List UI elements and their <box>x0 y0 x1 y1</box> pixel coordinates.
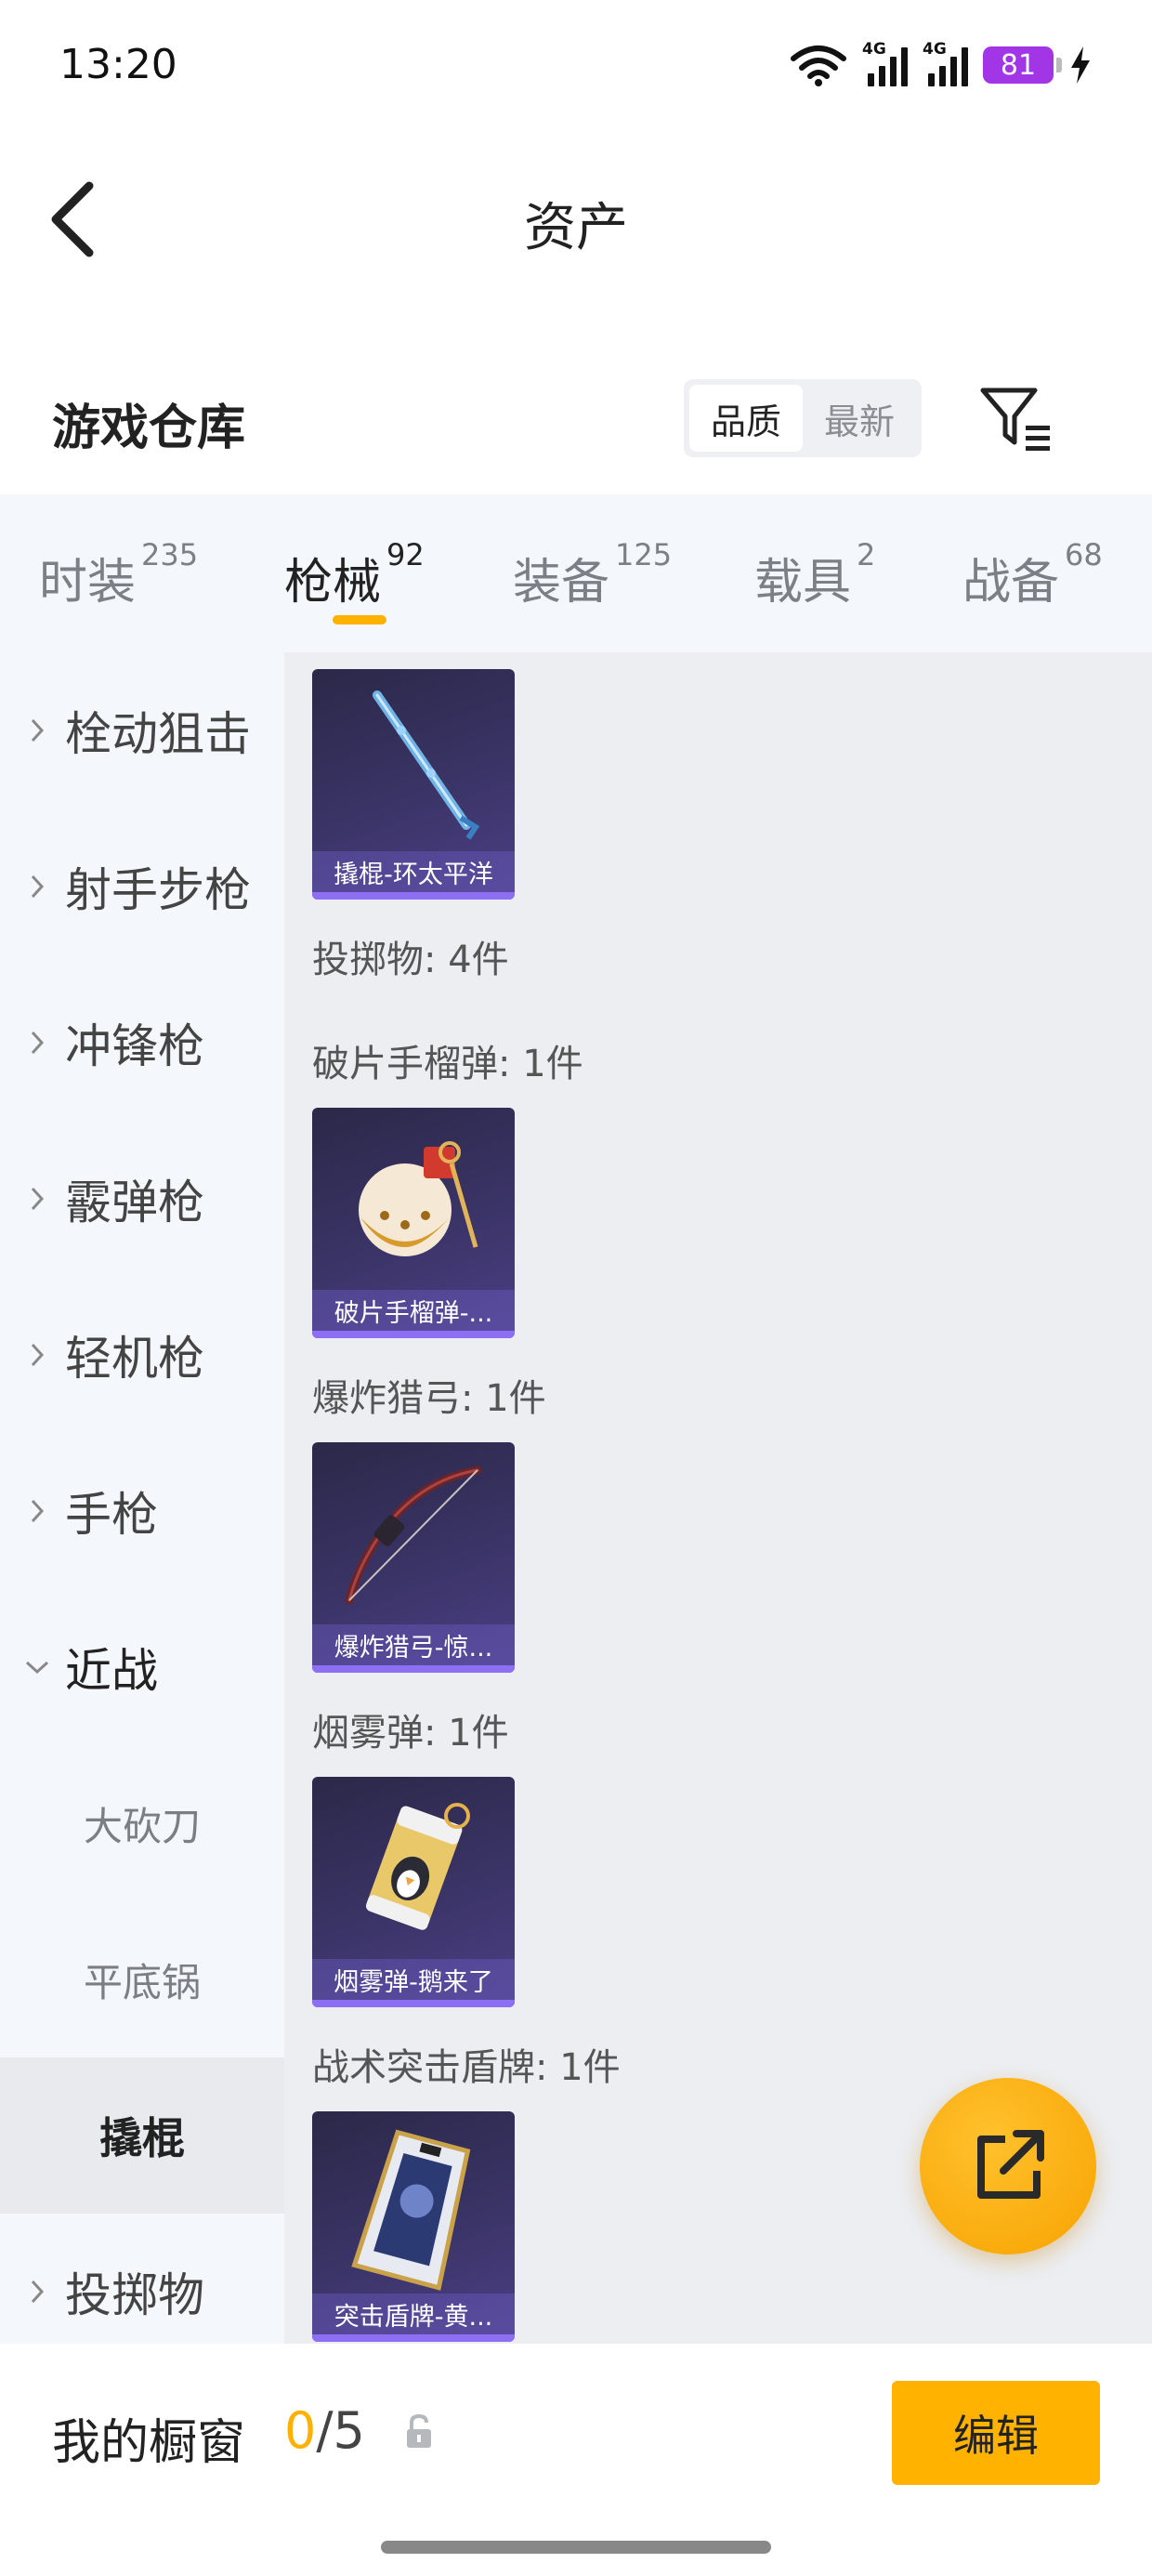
rarity-bar <box>312 2334 515 2342</box>
sort-quality-option[interactable]: 品质 <box>689 385 803 452</box>
tab-combat-supplies[interactable]: 战备 68 <box>962 537 1103 612</box>
shield-icon <box>351 2129 471 2291</box>
wifi-icon <box>791 46 846 86</box>
sidebar-item-label: 近战 <box>65 1644 158 1698</box>
sidebar-item-label: 投掷物 <box>65 2268 204 2322</box>
item-card-explosive-bow[interactable]: 爆炸猎弓-惊... <box>312 1442 515 1673</box>
group-header: 破片手榴弹: 1件 <box>312 1043 583 1085</box>
filter-icon[interactable] <box>977 383 1055 455</box>
sidebar: 栓动狙击 射手步枪 冲锋枪 霰弹枪 轻机枪 手枪 近战 大砍刀 平底锅 撬棍 投… <box>0 652 284 2344</box>
sidebar-item-pistol[interactable]: 手枪 <box>0 1433 284 1589</box>
sidebar-subitem-machete[interactable]: 大砍刀 <box>0 1745 284 1901</box>
sidebar-item-label: 冲锋枪 <box>65 1019 204 1073</box>
showcase-title: 我的橱窗 <box>52 2415 246 2471</box>
category-tabs: 时装 235 枪械 92 装备 125 载具 2 战备 68 <box>0 494 1152 652</box>
sidebar-item-label: 霰弹枪 <box>65 1176 204 1229</box>
status-icons: 4G 4G 81 <box>790 39 1093 91</box>
sidebar-subitem-crowbar[interactable]: 撬棍 <box>0 2057 284 2214</box>
item-card-crowbar[interactable]: 撬棍-环太平洋 <box>312 669 515 900</box>
showcase-count: 0/5 <box>284 2401 365 2460</box>
edit-button[interactable]: 编辑 <box>892 2381 1100 2485</box>
rarity-bar <box>312 2000 515 2007</box>
battery-icon: 81 <box>983 46 1062 84</box>
warehouse-title: 游戏仓库 <box>52 401 246 456</box>
sort-toggle[interactable]: 品质 最新 <box>684 379 922 457</box>
item-caption: 爆炸猎弓-惊... <box>312 1624 515 1665</box>
item-card-smoke-grenade[interactable]: 烟雾弹-鹅来了 <box>312 1777 515 2007</box>
chevron-right-icon <box>31 1343 45 1367</box>
item-caption: 突击盾牌-黄... <box>312 2293 515 2334</box>
tab-equipment[interactable]: 装备 125 <box>513 537 672 612</box>
item-caption: 烟雾弹-鹅来了 <box>312 1959 515 2000</box>
cellular-signal-icon: 4G <box>862 40 908 86</box>
grenade-icon <box>359 1141 478 1256</box>
home-indicator[interactable] <box>381 2541 771 2554</box>
status-time: 13:20 <box>59 41 177 88</box>
sidebar-item-label: 栓动狙击 <box>65 707 251 761</box>
item-caption: 撬棍-环太平洋 <box>312 851 515 892</box>
sidebar-item-label: 手枪 <box>65 1488 158 1542</box>
cellular-signal-icon: 4G <box>923 40 968 86</box>
rarity-bar <box>312 1331 515 1338</box>
chevron-right-icon <box>31 2280 45 2304</box>
group-header: 爆炸猎弓: 1件 <box>312 1377 546 1420</box>
chevron-right-icon <box>31 1187 45 1211</box>
group-header: 投掷物: 4件 <box>312 939 509 981</box>
status-bar: 13:20 4G 4G 81 <box>0 0 1152 139</box>
chevron-right-icon <box>31 1031 45 1055</box>
sidebar-item-lmg[interactable]: 轻机枪 <box>0 1277 284 1433</box>
crowbar-icon <box>373 690 480 840</box>
bow-icon <box>345 1465 482 1605</box>
sidebar-item-marksman-rifle[interactable]: 射手步枪 <box>0 808 284 965</box>
rarity-bar <box>312 1665 515 1673</box>
share-external-icon <box>977 2130 1044 2199</box>
sidebar-item-label: 射手步枪 <box>65 863 251 917</box>
group-header: 战术突击盾牌: 1件 <box>312 2046 621 2089</box>
sidebar-subitem-pan[interactable]: 平底锅 <box>0 1901 284 2057</box>
item-card-frag-grenade[interactable]: 破片手榴弹-... <box>312 1108 515 1338</box>
charging-bolt-icon <box>1071 46 1090 84</box>
item-card-assault-shield[interactable]: 突击盾牌-黄... <box>312 2111 515 2342</box>
sidebar-item-label: 轻机枪 <box>65 1332 204 1386</box>
active-tab-indicator <box>333 615 386 624</box>
item-caption: 破片手榴弹-... <box>312 1290 515 1331</box>
sidebar-item-melee[interactable]: 近战 <box>0 1589 284 1745</box>
smoke-grenade-icon <box>365 1803 470 1930</box>
group-header: 烟雾弹: 1件 <box>312 1712 509 1755</box>
chevron-down-icon <box>25 1661 49 1675</box>
chevron-right-icon <box>31 718 45 743</box>
tab-guns[interactable]: 枪械 92 <box>284 537 425 612</box>
rarity-bar <box>312 892 515 900</box>
sidebar-item-smg[interactable]: 冲锋枪 <box>0 965 284 1121</box>
tab-fashion[interactable]: 时装 235 <box>39 537 198 612</box>
chevron-right-icon <box>31 1499 45 1523</box>
page-title: 资产 <box>524 198 628 258</box>
sort-newest-option[interactable]: 最新 <box>803 385 916 452</box>
sidebar-item-shotgun[interactable]: 霰弹枪 <box>0 1121 284 1277</box>
lock-icon <box>407 2413 431 2448</box>
tab-vehicles[interactable]: 载具 2 <box>754 537 875 612</box>
sidebar-item-bolt-sniper[interactable]: 栓动狙击 <box>0 652 284 808</box>
share-button[interactable] <box>920 2078 1096 2254</box>
chevron-right-icon <box>31 874 45 899</box>
